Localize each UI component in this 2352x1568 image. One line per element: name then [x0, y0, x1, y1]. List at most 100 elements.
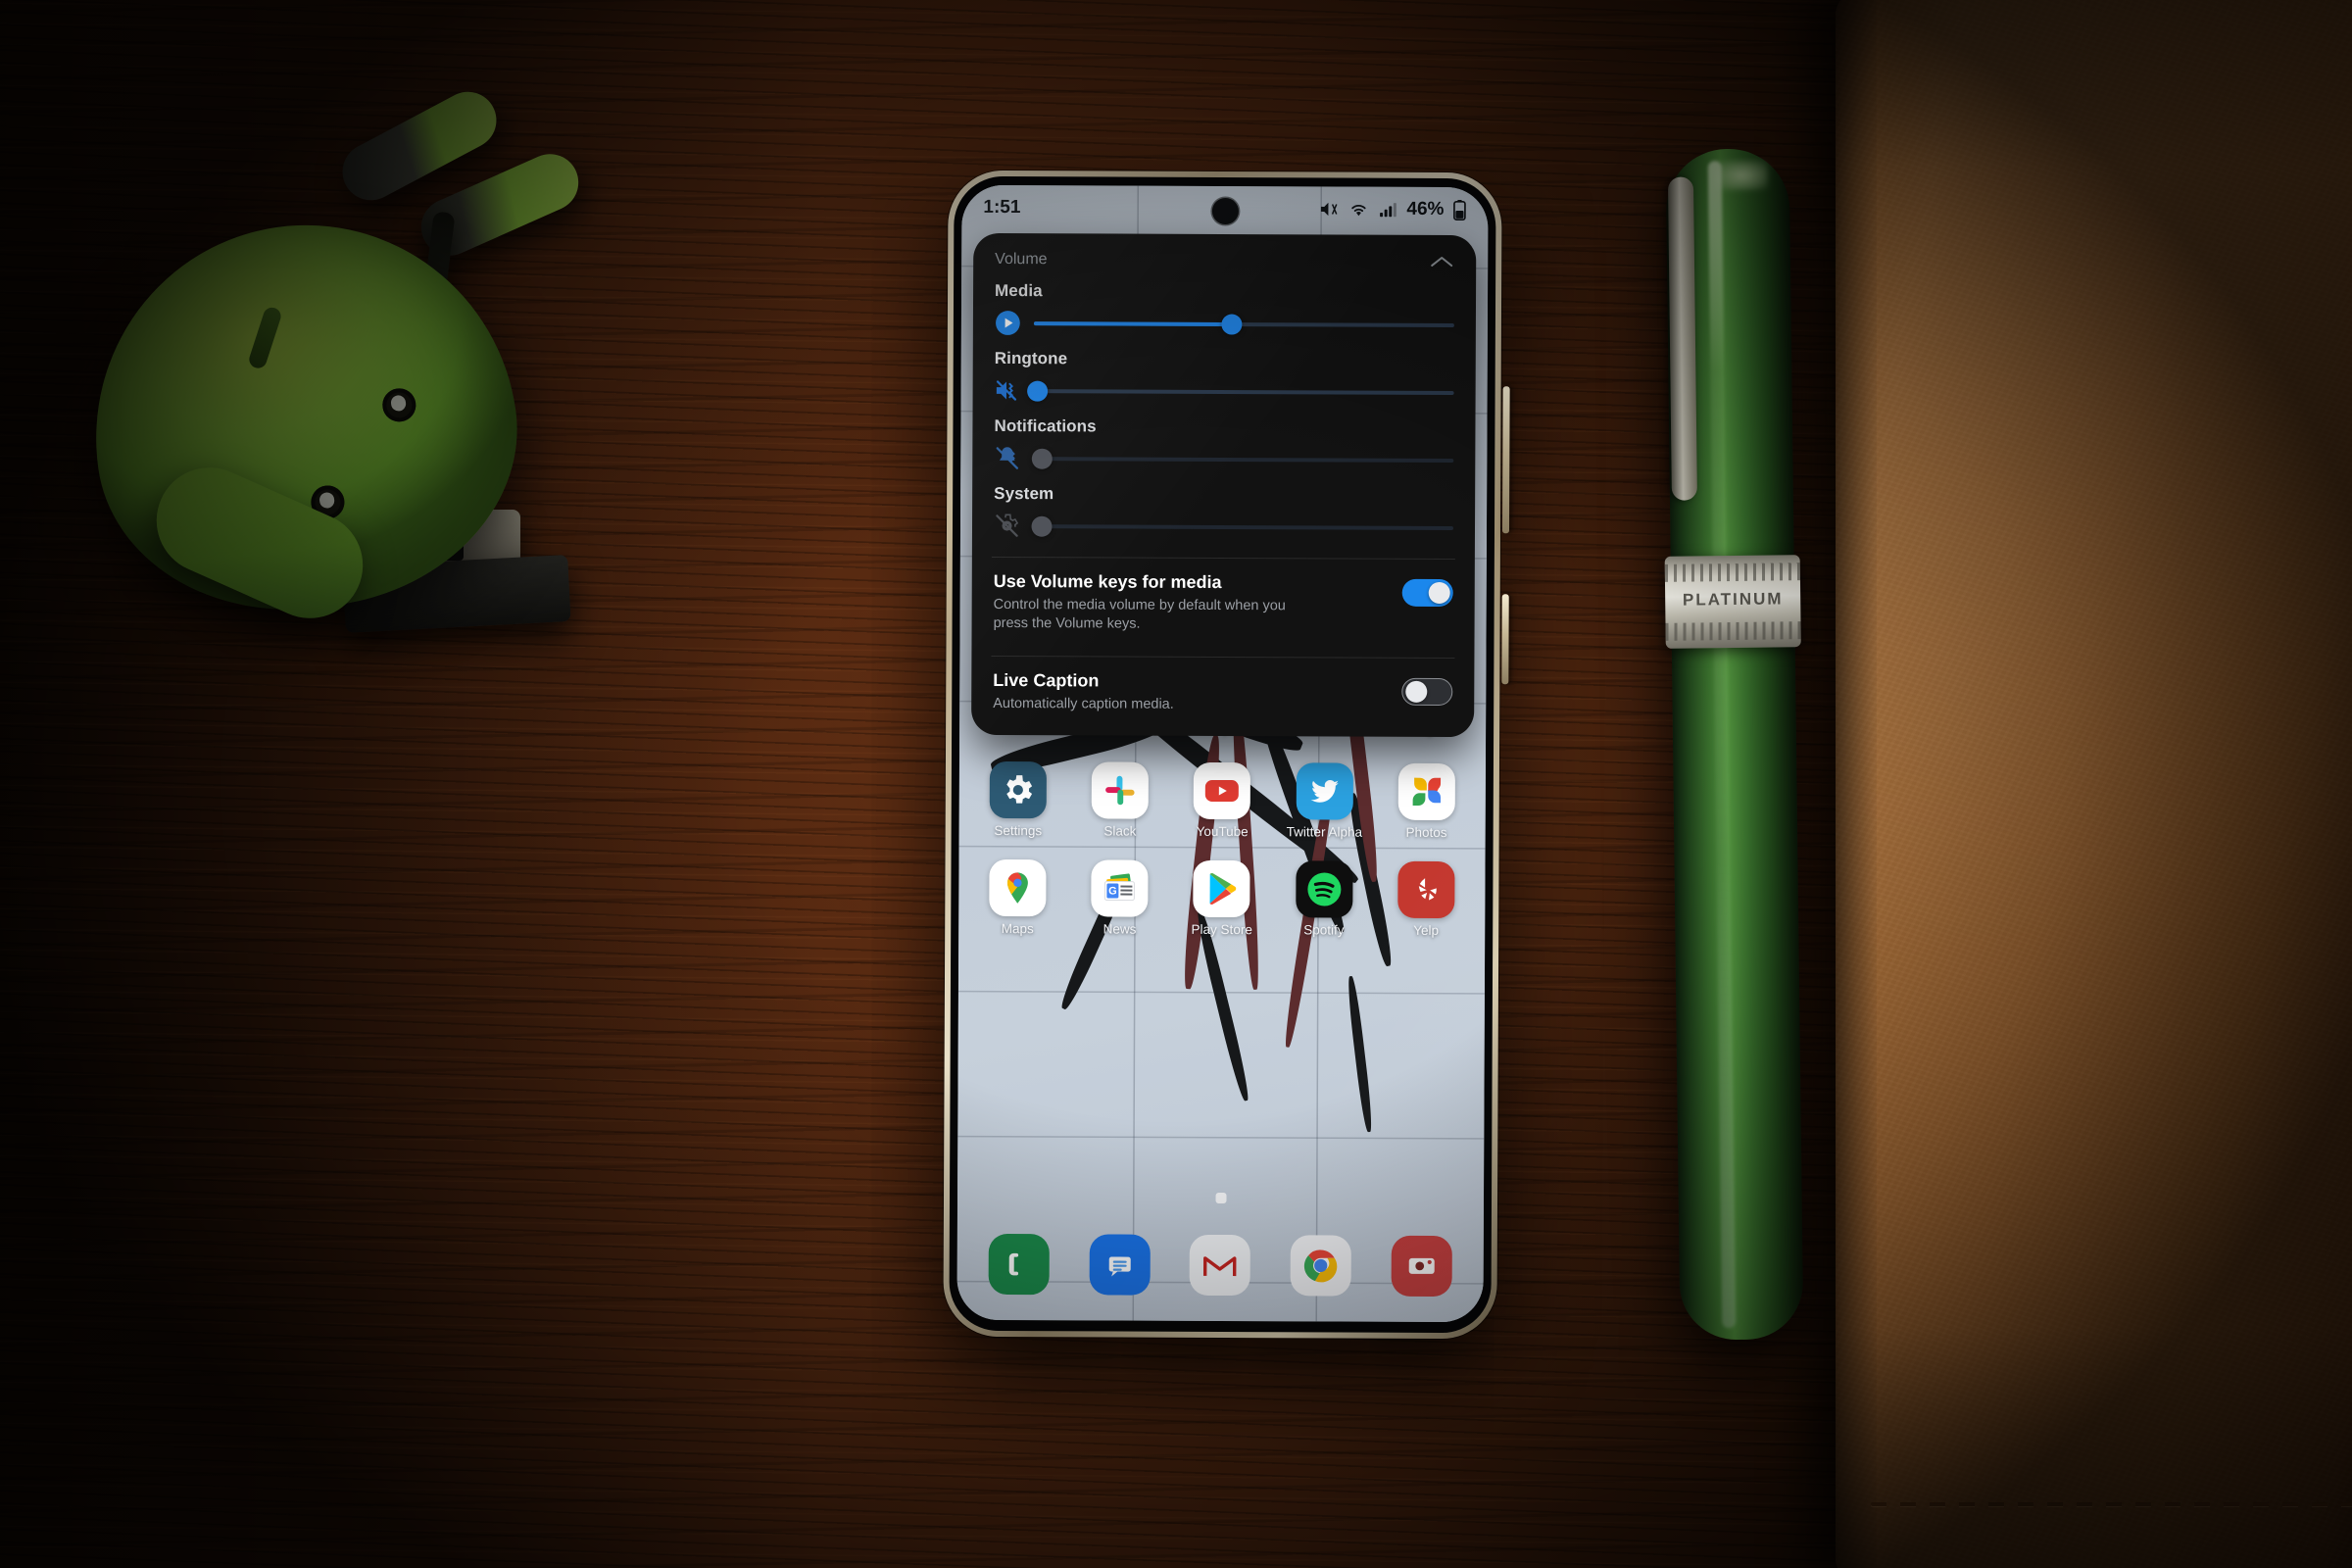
slider-thumb [1031, 515, 1053, 537]
app-youtube[interactable]: YouTube [1171, 761, 1274, 840]
slider-thumb [1031, 448, 1053, 469]
app-play-store[interactable]: Play Store [1171, 859, 1274, 938]
pen-band-knurl-bottom [1665, 621, 1801, 641]
notebook-bottom-shadow [1836, 1328, 2352, 1568]
status-bar-icons: 46% [1317, 198, 1466, 220]
app-label: Settings [994, 822, 1043, 839]
figurine-eye-left [380, 386, 418, 424]
slider-control[interactable] [994, 445, 1454, 473]
slider-control[interactable] [995, 310, 1454, 338]
app-label: Twitter Alpha [1286, 824, 1363, 840]
notebook-top-shadow [1836, 0, 2352, 167]
volume-panel-header: Volume [993, 249, 1456, 278]
app-news[interactable]: G News [1068, 859, 1171, 937]
app-label: Slack [1103, 823, 1137, 839]
google-maps-pin-icon[interactable] [989, 859, 1047, 917]
app-label: YouTube [1196, 823, 1249, 840]
app-row-1: Settings Slack YouTube Twitter Alpha Pho… [967, 760, 1478, 841]
app-label: Play Store [1191, 921, 1252, 938]
setting-subtitle: Automatically caption media. [993, 696, 1174, 712]
google-photos-icon[interactable] [1397, 762, 1455, 821]
setting-title: Use Volume keys for media [993, 570, 1222, 592]
slack-icon[interactable] [1091, 761, 1150, 819]
volume-slider-ringtone[interactable]: Ringtone [993, 344, 1456, 414]
toggle-use-volume-keys[interactable] [1401, 578, 1453, 608]
toggle-knob [1405, 680, 1428, 704]
svg-text:G: G [1108, 886, 1117, 898]
chrome-icon[interactable] [1290, 1235, 1351, 1297]
slider-control[interactable] [994, 513, 1454, 541]
bell-off-vibrate-icon[interactable] [994, 445, 1020, 471]
setting-use-volume-keys-for-media[interactable]: Use Volume keys for media Control the me… [991, 558, 1454, 648]
app-label: Yelp [1413, 922, 1440, 939]
leather-notebook [1836, 0, 2352, 1568]
setting-title: Live Caption [993, 670, 1100, 691]
spotify-icon[interactable] [1295, 860, 1353, 918]
settings-gear-icon[interactable] [989, 760, 1048, 819]
slider-label: Notifications [994, 416, 1097, 436]
messages-bubble-icon[interactable] [1089, 1234, 1151, 1296]
pen-band-knurl-top [1664, 563, 1800, 582]
volume-panel-title: Volume [995, 250, 1048, 269]
pen-gloss-highlight [1707, 161, 1737, 1329]
home-screen-grid: YNAB Pocket Casts Analytics Nest Instagr [956, 714, 1486, 1322]
slider-label: Ringtone [994, 348, 1068, 368]
play-store-icon[interactable] [1193, 859, 1251, 918]
app-slack[interactable]: Slack [1069, 761, 1172, 839]
leather-stitching [1871, 1502, 2352, 1506]
app-photos[interactable]: Photos [1375, 762, 1478, 841]
yelp-icon[interactable] [1397, 860, 1455, 919]
slider-track[interactable] [1027, 380, 1454, 402]
fountain-pen: PLATINUM [1664, 148, 1804, 1341]
phone-screen[interactable]: 1:51 46% Volume Media Ringtone Notificat… [956, 184, 1489, 1323]
setting-live-caption[interactable]: Live Caption Automatically caption media… [991, 657, 1454, 729]
slider-fill [1033, 320, 1232, 326]
app-label: News [1102, 921, 1137, 937]
setting-text-block: Use Volume keys for media Control the me… [994, 571, 1317, 634]
app-settings[interactable]: Settings [967, 760, 1070, 839]
youtube-icon[interactable] [1194, 761, 1251, 820]
google-news-icon[interactable]: G [1091, 859, 1149, 917]
chevron-up-icon[interactable] [1429, 254, 1454, 270]
phone-handset-icon[interactable] [988, 1233, 1051, 1296]
power-button[interactable] [1501, 594, 1509, 685]
app-spotify[interactable]: Spotify [1273, 860, 1376, 938]
app-twitter-alpha[interactable]: Twitter Alpha [1273, 762, 1376, 840]
figurine-antenna [246, 305, 283, 370]
page-indicator-dot[interactable] [1215, 1192, 1227, 1204]
toggle-live-caption[interactable] [1401, 677, 1453, 707]
volume-slider-notifications[interactable]: Notifications [992, 412, 1455, 481]
android-figurine [68, 81, 720, 764]
slider-label: Media [995, 280, 1043, 301]
slider-control[interactable] [995, 377, 1454, 406]
gmail-envelope-icon[interactable] [1190, 1234, 1251, 1297]
pen-center-band: PLATINUM [1664, 555, 1801, 649]
volume-panel[interactable]: Volume Media Ringtone Notifications Syst… [971, 232, 1477, 737]
play-icon[interactable] [995, 310, 1021, 336]
volume-vibrate-icon[interactable] [995, 377, 1021, 404]
slider-thumb [1027, 380, 1049, 402]
app-yelp[interactable]: Yelp [1375, 860, 1478, 939]
volume-slider-media[interactable]: Media [993, 276, 1456, 346]
slider-label: System [994, 483, 1054, 504]
slider-thumb [1220, 313, 1243, 335]
battery-icon [1453, 199, 1466, 220]
twitter-bird-icon[interactable] [1296, 762, 1353, 820]
slider-track[interactable] [1033, 313, 1454, 335]
app-maps[interactable]: Maps [966, 859, 1069, 937]
mute-icon [1320, 202, 1338, 217]
phone-bezel: 1:51 46% Volume Media Ringtone Notificat… [949, 175, 1496, 1334]
volume-slider-system[interactable]: System [992, 479, 1455, 549]
photo-scene: PLATINUM 1:51 46% Volume Media Ringtone … [0, 0, 2352, 1568]
app-label: Spotify [1303, 922, 1345, 938]
status-bar-clock: 1:51 [983, 196, 1021, 219]
system-mute-icon[interactable] [994, 513, 1020, 539]
battery-percent-label: 46% [1406, 198, 1445, 220]
volume-rocker-button[interactable] [1501, 386, 1510, 534]
pen-cap-highlight [1715, 160, 1769, 191]
camera-icon[interactable] [1391, 1235, 1452, 1298]
dock [957, 1233, 1484, 1298]
setting-text-block: Live Caption Automatically caption media… [993, 670, 1174, 713]
slider-track [1031, 515, 1454, 537]
app-row-2: Maps G News Play Store Spotify Yelp [966, 859, 1477, 938]
